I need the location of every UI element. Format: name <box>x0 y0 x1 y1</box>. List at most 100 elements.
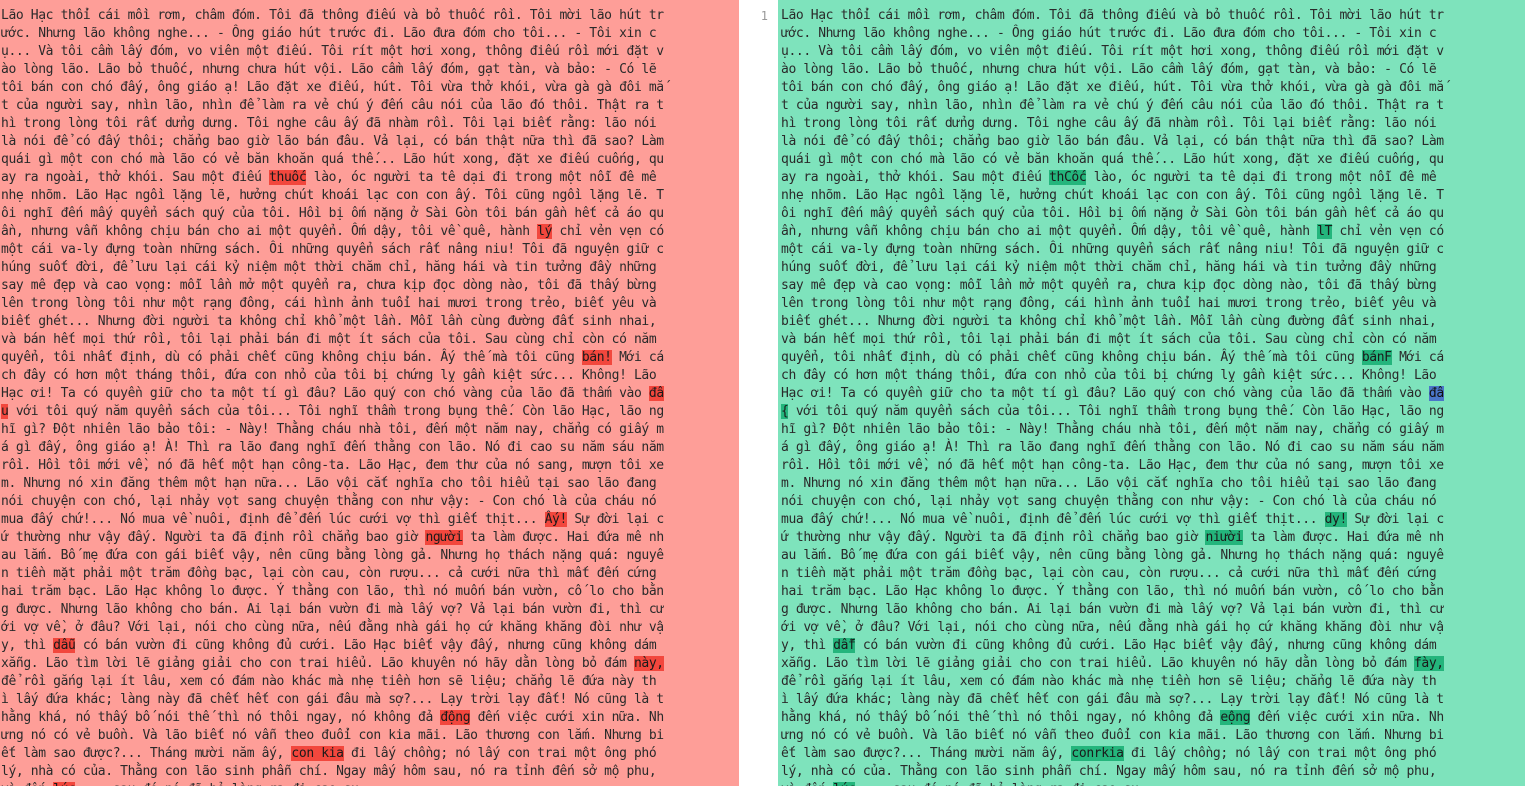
diff-highlight: conrkia <box>1071 746 1124 761</box>
text-segment: ưng nó có vẻ buồn. Và lão biết nó vẫn th… <box>1 728 664 743</box>
text-line: ới vợ về, ở đâu? Với lại, nói cho cùng n… <box>1 619 664 637</box>
text-line: y, thì dẫu có bán vườn đi cũng không đủ … <box>1 637 664 655</box>
diff-highlight: eộng <box>1220 710 1251 725</box>
text-line: mua đấy chứ!... Nó mua về nuôi, định để … <box>781 511 1444 529</box>
diff-highlight: niười <box>1205 530 1243 545</box>
text-segment: au lắm. Bố mẹ đứa con gái biết vậy, nên … <box>781 548 1444 563</box>
text-segment: ần, nhưng vẫn không chịu bán cho ai một … <box>1 224 538 239</box>
text-line: hĩ gì? Đột nhiên lão bảo tôi: - Này! Thằ… <box>1 421 664 439</box>
diff-highlight: lúc <box>833 782 856 786</box>
modified-text-pane[interactable]: Lão Hạc thổi cái mồi rơm, châm đóm. Tôi … <box>778 0 1525 786</box>
text-segment: g được. Nhưng lão không cho bán. Ai lại … <box>781 602 1444 617</box>
text-segment: ới vợ về, ở đâu? Với lại, nói cho cùng n… <box>1 620 664 635</box>
text-segment: nói chuyện con chó, lại nhảy vọt sang ch… <box>781 494 1437 509</box>
text-segment: t của người say, nhìn lão, nhìn để làm r… <box>781 98 1444 113</box>
text-segment: một cái va-ly đựng toàn những sách. Ôi n… <box>781 242 1444 257</box>
text-segment: vì đến <box>1 782 53 786</box>
text-segment: ta làm được. Hai đứa mê nh <box>1242 530 1444 545</box>
text-segment: ới vợ về, ở đâu? Với lại, nói cho cùng n… <box>781 620 1444 635</box>
text-segment: hai trăm bạc. Lão Hạc không lo được. Ý t… <box>1 584 664 599</box>
diff-highlight: lý <box>537 224 553 239</box>
text-line: n tiền mặt phải một trăm đồng bạc, lại c… <box>781 565 1444 583</box>
text-line: Lão Hạc thổi cái mồi rơm, châm đóm. Tôi … <box>781 7 1444 25</box>
modified-text: Lão Hạc thổi cái mồi rơm, châm đóm. Tôi … <box>781 7 1444 786</box>
text-segment: tôi bán con chó đấy, ông giáo ạ! Lão đặt… <box>1 80 664 95</box>
text-line: là nói để có đấy thôi; chẳng bao giờ lão… <box>781 133 1444 151</box>
text-segment: ước. Nhưng lão không nghe... - Ông giáo … <box>1 26 657 41</box>
diff-highlight: dẫu <box>53 638 76 653</box>
text-line: quái gì một con chó mà lão có vẻ băn kho… <box>781 151 1444 169</box>
text-line: au lắm. Bố mẹ đứa con gái biết vậy, nên … <box>781 547 1444 565</box>
text-segment: ần, nhưng vẫn không chịu bán cho ai một … <box>781 224 1318 239</box>
text-line: ần, nhưng vẫn không chịu bán cho ai một … <box>1 223 664 241</box>
original-text: Lão Hạc thổi cái mồi rơm, châm đóm. Tôi … <box>1 7 664 786</box>
text-line: hì trong lòng tôi rất dửng dưng. Tôi ngh… <box>781 115 1444 133</box>
text-line: và bán hết mọi thứ rồi, tôi lại phải bán… <box>781 331 1444 349</box>
text-segment: y, thì <box>781 638 834 653</box>
text-line: ước. Nhưng lão không nghe... - Ông giáo … <box>1 25 664 43</box>
text-line: để rồi gắng lại ít lâu, xem có đám nào k… <box>1 673 664 691</box>
text-segment: m. Nhưng nó xin đăng thêm một hạn nữa...… <box>781 476 1437 491</box>
text-segment: lào, óc người ta tê dại đi trong một nỗi… <box>1086 170 1437 185</box>
text-segment: húng suốt đời, để lưu lại cái kỷ niệm mộ… <box>781 260 1437 275</box>
text-segment: hì trong lòng tôi rất dửng dưng. Tôi ngh… <box>1 116 657 131</box>
text-line: rồi. Hồi tôi mới về, nó đã hết một hạn c… <box>1 457 664 475</box>
text-segment: để rồi gắng lại ít lâu, xem có đám nào k… <box>1 674 657 689</box>
text-segment: ứ thường như vậy đấy. Người ta đã định r… <box>1 530 426 545</box>
text-line: quái gì một con chó mà lão có vẻ băn kho… <box>1 151 664 169</box>
text-segment: ay ra ngoài, thở khói. Sau một điếu <box>1 170 270 185</box>
text-line: ào lòng lão. Lão bỏ thuốc, nhưng chưa hú… <box>1 61 664 79</box>
text-segment: nhẹ nhõm. Lão Hạc ngồi lặng lẽ, hưởng ch… <box>1 188 664 203</box>
text-line: u với tôi quý năm quyển sách của tôi... … <box>1 403 664 421</box>
text-segment: hĩ gì? Đột nhiên lão bảo tôi: - Này! Thằ… <box>781 422 1444 437</box>
text-segment: rồi. Hồi tôi mới về, nó đã hết một hạn c… <box>781 458 1444 473</box>
text-line: rồi. Hồi tôi mới về, nó đã hết một hạn c… <box>781 457 1444 475</box>
text-line: g được. Nhưng lão không cho bán. Ai lại … <box>1 601 664 619</box>
text-segment: ôi nghĩ đến mấy quyển sách quý của tôi. … <box>781 206 1444 221</box>
text-segment: Sự đời lại c <box>566 512 664 527</box>
text-line: biết ghét... Nhưng đời người ta không ch… <box>781 313 1444 331</box>
text-line: húng suốt đời, để lưu lại cái kỷ niệm mộ… <box>781 259 1444 277</box>
text-segment: nhẹ nhõm. Lão Hạc ngồi lặng lẽ, hưởng ch… <box>781 188 1444 203</box>
diff-highlight: bánF <box>1361 350 1392 365</box>
text-segment: au lắm. Bố mẹ đứa con gái biết vậy, nên … <box>1 548 664 563</box>
text-line: á gì đấy, ông giáo ạ! À! Thì ra lão đang… <box>781 439 1444 457</box>
text-segment: lên trong lòng tôi như một rạng đông, cá… <box>1 296 657 311</box>
text-segment: để rồi gắng lại ít lâu, xem có đám nào k… <box>781 674 1437 689</box>
text-segment: một cái va-ly đựng toàn những sách. Ôi n… <box>1 242 664 257</box>
text-line: ước. Nhưng lão không nghe... - Ông giáo … <box>781 25 1444 43</box>
text-line: m. Nhưng nó xin đăng thêm một hạn nữa...… <box>1 475 664 493</box>
text-segment: ì lấy đứa khác; làng này đã chết hết con… <box>1 692 664 707</box>
text-segment: say mê đẹp và cao vọng: mỗi lần mở một q… <box>781 278 1437 293</box>
text-line: t của người say, nhìn lão, nhìn để làm r… <box>1 97 664 115</box>
text-segment: á gì đấy, ông giáo ạ! À! Thì ra lão đang… <box>1 440 664 455</box>
text-line: say mê đẹp và cao vọng: mỗi lần mở một q… <box>1 277 664 295</box>
text-line: mua đấy chứ!... Nó mua về nuôi, định để … <box>1 511 664 529</box>
text-segment: Lão Hạc thổi cái mồi rơm, châm đóm. Tôi … <box>1 8 664 23</box>
text-line: hai trăm bạc. Lão Hạc không lo được. Ý t… <box>1 583 664 601</box>
text-segment: chỉ vẻn vẹn có <box>552 224 665 239</box>
text-segment: nói chuyện con chó, lại nhảy vọt sang ch… <box>1 494 657 509</box>
text-segment: xẵng. Lão tìm lời lẽ giảng giải cho con … <box>1 656 634 671</box>
text-segment: với tôi quý năm quyển sách của tôi... Tô… <box>8 404 664 419</box>
text-line: Hạc ơi! Ta có quyền giữ cho ta một tí gì… <box>781 385 1444 403</box>
text-line: ần, nhưng vẫn không chịu bán cho ai một … <box>781 223 1444 241</box>
text-segment: xẵng. Lão tìm lời lẽ giảng giải cho con … <box>781 656 1414 671</box>
text-segment: ay ra ngoài, thở khói. Sau một điếu <box>781 170 1050 185</box>
text-segment: hằng khá, nó thấy bố nói thế thì nó thôi… <box>781 710 1221 725</box>
text-line: vì đến lúc ... sau đó nó đã bỏ làng ra đ… <box>781 781 1444 786</box>
text-line: một cái va-ly đựng toàn những sách. Ôi n… <box>1 241 664 259</box>
text-segment: lý, nhà có của. Thằng con lão sinh phẫn … <box>1 764 657 779</box>
text-segment: Hạc ơi! Ta có quyền giữ cho ta một tí gì… <box>1 386 649 401</box>
text-line: lên trong lòng tôi như một rạng đông, cá… <box>1 295 664 313</box>
original-text-pane[interactable]: Lão Hạc thổi cái mồi rơm, châm đóm. Tôi … <box>0 0 739 786</box>
text-line: nhẹ nhõm. Lão Hạc ngồi lặng lẽ, hưởng ch… <box>781 187 1444 205</box>
text-segment: tôi bán con chó đấy, ông giáo ạ! Lão đặt… <box>781 80 1444 95</box>
text-segment: ào lòng lão. Lão bỏ thuốc, nhưng chưa hú… <box>1 62 657 77</box>
text-line: ứ thường như vậy đấy. Người ta đã định r… <box>781 529 1444 547</box>
text-segment: say mê đẹp và cao vọng: mỗi lần mở một q… <box>1 278 657 293</box>
text-segment: ch đây có hơn một tháng thôi, đứa con nh… <box>781 368 1437 383</box>
diff-highlight: bán! <box>581 350 612 365</box>
text-line: biết ghét... Nhưng đời người ta không ch… <box>1 313 664 331</box>
text-segment: lên trong lòng tôi như một rạng đông, cá… <box>781 296 1437 311</box>
